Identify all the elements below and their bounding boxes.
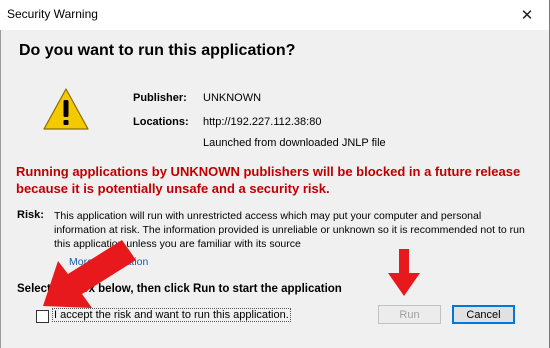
risk-label: Risk: xyxy=(17,209,44,221)
dialog-heading: Do you want to run this application? xyxy=(19,42,296,59)
publisher-value: UNKNOWN xyxy=(203,92,262,104)
warning-triangle-icon xyxy=(43,88,89,135)
launched-note: Launched from downloaded JNLP file xyxy=(203,137,386,149)
locations-value: http://192.227.112.38:80 xyxy=(203,116,322,128)
close-button[interactable]: ✕ xyxy=(504,0,550,30)
window-border-left xyxy=(0,0,1,348)
window-title: Security Warning xyxy=(7,7,98,21)
run-button[interactable]: Run xyxy=(378,305,441,324)
title-bar: Security Warning ✕ xyxy=(0,0,550,30)
red-arrow-annotation-run xyxy=(388,249,420,296)
block-warning-text: Running applications by UNKNOWN publishe… xyxy=(16,164,521,196)
locations-label: Locations: xyxy=(133,116,189,128)
cancel-button[interactable]: Cancel xyxy=(452,305,515,324)
red-arrow-annotation-checkbox xyxy=(43,240,136,308)
close-icon[interactable]: ✕ xyxy=(521,6,534,24)
publisher-label: Publisher: xyxy=(133,92,187,104)
